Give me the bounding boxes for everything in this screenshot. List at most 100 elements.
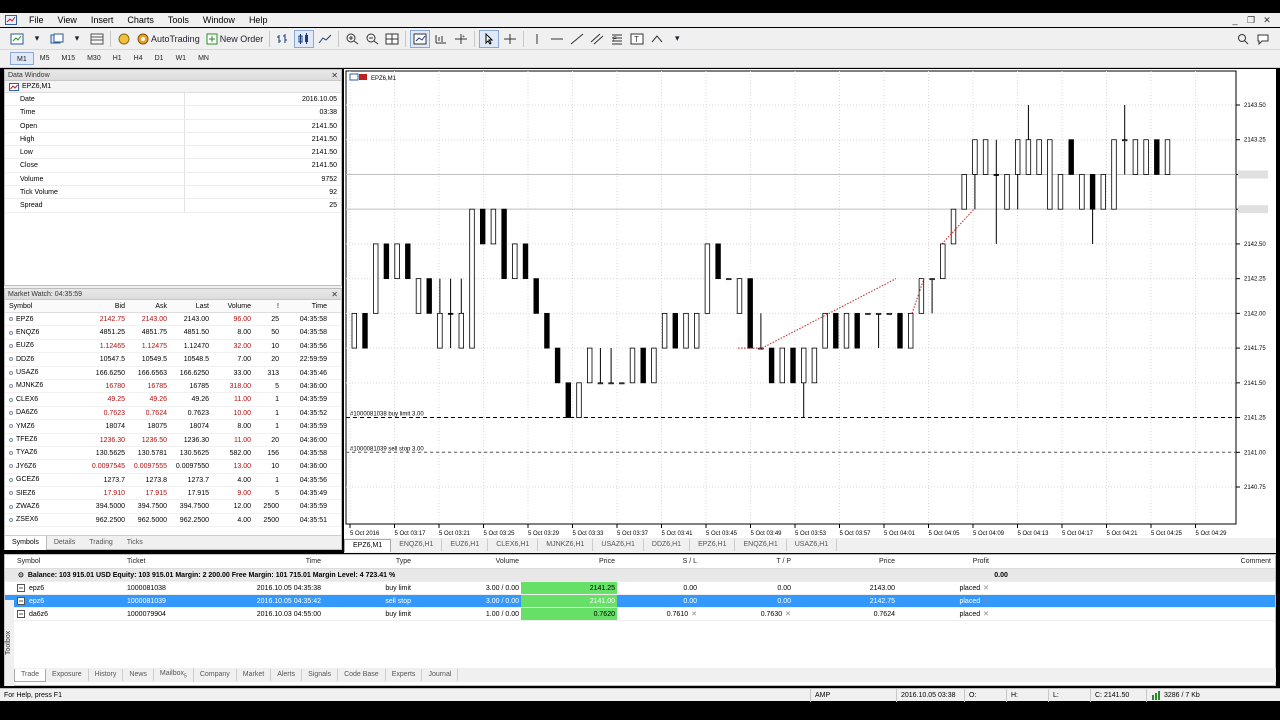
cursor-icon[interactable] <box>479 29 500 48</box>
chart-tab[interactable]: DDZ6,H1 <box>644 539 691 551</box>
line-chart-icon[interactable] <box>316 30 334 48</box>
timeframe-m30[interactable]: M30 <box>81 52 107 65</box>
profiles-icon[interactable] <box>48 30 66 48</box>
market-watch-row[interactable]: DA6Z6 0.7623 0.7624 0.7623 10.00 1 04:35:52 <box>5 407 341 421</box>
timeframe-m5[interactable]: M5 <box>34 52 56 65</box>
market-watch-row[interactable]: JY6Z6 0.0097545 0.0097555 0.0097550 13.00 10 0… <box>5 460 341 474</box>
col-ticks[interactable]: ! <box>253 300 281 312</box>
col-volume[interactable]: Volume <box>211 300 253 312</box>
tab-journal[interactable]: Journal <box>422 669 459 681</box>
tile-windows-icon[interactable] <box>383 30 401 48</box>
candlestick-icon[interactable] <box>294 29 315 48</box>
fibonacci-icon[interactable]: F <box>608 30 626 48</box>
channel-icon[interactable] <box>588 30 606 48</box>
market-watch-row[interactable]: ZSEX6 962.2500 962.5000 962.2500 4.00 2500 04:… <box>5 514 341 528</box>
cancel-order-icon[interactable]: ✕ <box>983 585 989 592</box>
market-watch-row[interactable]: ENQZ6 4851.25 4851.75 4851.50 8.00 50 04:35:58 <box>5 326 341 340</box>
col-ask[interactable]: Ask <box>127 300 169 312</box>
vertical-line-icon[interactable] <box>528 30 546 48</box>
tab-experts[interactable]: Experts <box>386 669 423 681</box>
cancel-order-icon[interactable]: ✕ <box>983 611 989 618</box>
col-type[interactable]: Type <box>323 555 419 568</box>
close-icon[interactable]: ✕ <box>1262 14 1272 26</box>
chart-tab[interactable]: MJNKZ6,H1 <box>538 539 594 551</box>
market-watch-row[interactable]: MJNKZ6 16780 16785 16785 318.00 5 04:36:00 <box>5 380 341 394</box>
restore-icon[interactable]: ❐ <box>1246 14 1256 26</box>
new-order-button[interactable]: New Order <box>204 30 266 48</box>
order-sl-cell[interactable]: 0.00 <box>617 595 709 607</box>
market-watch-row[interactable]: YMZ6 18074 18075 18074 8.00 1 04:35:59 <box>5 420 341 434</box>
new-chart-icon[interactable] <box>8 30 26 48</box>
order-tp-cell[interactable]: 0.7630 ✕ <box>709 608 801 620</box>
horizontal-line-icon[interactable] <box>548 30 566 48</box>
menu-insert[interactable]: Insert <box>84 13 121 27</box>
tab-market[interactable]: Market <box>237 669 272 681</box>
timeframe-m15[interactable]: M15 <box>55 52 81 65</box>
remove-sl-icon[interactable]: ✕ <box>691 611 697 618</box>
timeframe-h1[interactable]: H1 <box>107 52 128 65</box>
toolbox-label[interactable]: Toolbox <box>4 600 14 686</box>
col-last[interactable]: Last <box>169 300 211 312</box>
chart-tab[interactable]: EUZ6,H1 <box>442 539 489 551</box>
market-watch-row[interactable]: ZWAZ6 394.5000 394.7500 394.7500 12.00 2500 04… <box>5 500 341 514</box>
trendline-icon[interactable] <box>568 30 586 48</box>
col-bid[interactable]: Bid <box>63 300 127 312</box>
col-price[interactable]: Price <box>521 555 617 568</box>
col-sl[interactable]: S / L <box>617 555 709 568</box>
order-price[interactable]: 0.7620 <box>521 608 617 620</box>
autotrading-button[interactable]: AutoTrading <box>135 30 202 48</box>
menu-window[interactable]: Window <box>196 13 242 27</box>
tab-news[interactable]: News <box>123 669 154 681</box>
chart-tab[interactable]: ENQZ6,H1 <box>391 539 443 551</box>
market-watch-row[interactable]: TYAZ6 130.5625 130.5781 130.5625 582.00 156 04… <box>5 447 341 461</box>
col-tp[interactable]: T / P <box>709 555 801 568</box>
col-volume[interactable]: Volume <box>419 555 521 568</box>
chart-tab[interactable]: EPZ6,M1 <box>344 538 392 552</box>
navigator-icon[interactable] <box>115 30 133 48</box>
tab-trade[interactable]: Trade <box>14 668 47 682</box>
col-profit[interactable]: Profit <box>897 555 993 568</box>
timeframe-h4[interactable]: H4 <box>128 52 149 65</box>
tab-signals[interactable]: Signals <box>302 669 339 681</box>
tab-ticks[interactable]: Ticks <box>120 539 150 546</box>
order-tp-cell[interactable]: 0.00 <box>709 582 801 594</box>
tab-trading[interactable]: Trading <box>82 539 119 546</box>
market-watch-row[interactable]: EPZ6 2142.75 2143.00 2143.00 96.00 25 04:35:58 <box>5 313 341 327</box>
tab-history[interactable]: History <box>89 669 124 681</box>
menu-tools[interactable]: Tools <box>161 13 196 27</box>
menu-help[interactable]: Help <box>242 13 275 27</box>
chart-tab[interactable]: CLEX6,H1 <box>488 539 539 551</box>
market-watch-row[interactable]: DDZ6 10547.5 10549.5 10548.5 7.00 20 22:59:59 <box>5 353 341 367</box>
menu-charts[interactable]: Charts <box>120 13 161 27</box>
remove-tp-icon[interactable]: ✕ <box>785 611 791 618</box>
col-ticket[interactable]: Ticket <box>125 555 225 568</box>
tab-mailbox[interactable]: Mailbox5 <box>154 667 194 683</box>
order-price[interactable]: 2141.25 <box>521 582 617 594</box>
close-icon[interactable]: ✕ <box>331 289 338 300</box>
tab-symbols[interactable]: Symbols <box>5 535 47 550</box>
arrows-icon[interactable] <box>648 30 666 48</box>
col-symbol[interactable]: Symbol <box>5 300 63 312</box>
col-symbol[interactable]: Symbol <box>5 555 125 568</box>
timeframe-w1[interactable]: W1 <box>170 52 193 65</box>
price-chart[interactable]: 2143.502143.252143.002142.752142.502142.… <box>344 69 1276 539</box>
menu-view[interactable]: View <box>51 13 84 27</box>
tab-code-base[interactable]: Code Base <box>338 669 386 681</box>
tab-exposure[interactable]: Exposure <box>46 669 89 681</box>
col-time[interactable]: Time <box>281 300 331 312</box>
market-watch-row[interactable]: CLEX6 49.25 49.26 49.26 11.00 1 04:35:59 <box>5 393 341 407</box>
zoom-out-icon[interactable] <box>363 30 381 48</box>
menu-file[interactable]: File <box>22 13 51 27</box>
bar-chart-icon[interactable] <box>274 30 292 48</box>
order-row[interactable]: epz6 1000081039 2016.10.05 04:35:42 sell st… <box>5 595 1275 608</box>
market-watch-row[interactable]: GCEZ6 1273.7 1273.8 1273.7 4.00 1 04:35:56 <box>5 474 341 488</box>
text-icon[interactable]: T <box>628 30 646 48</box>
timeframe-d1[interactable]: D1 <box>149 52 170 65</box>
order-row[interactable]: epz6 1000081038 2016.10.05 04:35:38 buy lim… <box>5 582 1275 595</box>
minimize-icon[interactable]: _ <box>1230 14 1240 26</box>
market-watch-row[interactable]: USAZ6 166.6250 166.6563 166.6250 33.00 313 04:… <box>5 367 341 380</box>
cancel-order-icon[interactable]: ✕ <box>983 598 989 605</box>
col-price-current[interactable]: Price <box>801 555 897 568</box>
market-watch-row[interactable]: SIEZ6 17.910 17.915 17.915 9.00 5 04:35:49 <box>5 487 341 501</box>
order-sl-cell[interactable]: 0.00 <box>617 582 709 594</box>
